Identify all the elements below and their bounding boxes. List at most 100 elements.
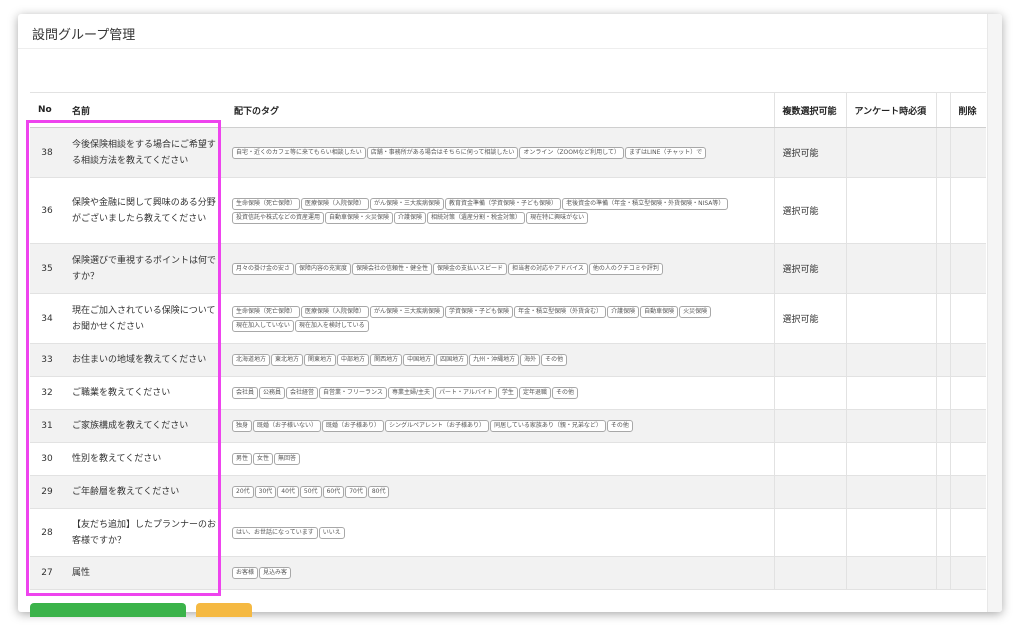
tag-chip[interactable]: 同居している家族あり（親・兄弟など） [490,420,606,432]
tag-chip[interactable]: シングルペアレント（お子様あり） [385,420,490,432]
tag-chip[interactable]: 介護保険 [607,305,640,318]
tag-chip[interactable]: 自営業・フリーランス [319,387,387,399]
tag-chip[interactable]: 関東地方 [304,354,337,366]
tag-chip[interactable]: 50代 [299,486,322,498]
table-row[interactable]: 33 お住まいの地域を教えてください 北海道地方 東北地方 関東地方 中部地方 関西地方 中国… [30,343,986,377]
delete-cell[interactable] [949,475,986,509]
delete-cell[interactable] [949,556,986,590]
tag-chip[interactable]: 70代 [345,486,367,498]
question-group-name[interactable]: ご職業を教えてください [64,376,226,410]
tag-chip[interactable]: 独身 [232,420,253,432]
question-group-name[interactable]: 【友だち追加】したプランナーのお客様ですか？ [64,508,226,557]
tag-chip[interactable]: 海外 [520,354,541,366]
tag-chip[interactable]: 生命保険（死亡保障） [232,197,301,210]
tag-chip[interactable]: 投資信託や株式などの資産運用 [232,211,325,224]
question-group-name[interactable]: お住まいの地域を教えてください [64,343,226,377]
tag-chip[interactable]: 現在加入していない [232,319,294,332]
delete-cell[interactable] [949,442,986,476]
delete-cell[interactable] [949,343,986,377]
tag-chip[interactable]: 自動車保険 [640,305,679,318]
header-name[interactable]: 名前 [64,92,226,128]
table-row[interactable]: 31 ご家族構成を教えてください 独身 既婚（お子様いない） 既婚（お子様あり） シングル… [30,409,986,443]
table-row[interactable]: 27 属性 お客様 見込み客 [30,556,986,590]
tag-chip[interactable]: 他の人のクチコミや評判 [588,262,663,275]
tag-chip[interactable]: 四国地方 [436,354,469,366]
tag-chip[interactable]: 担当者の対応やアドバイス [508,262,588,275]
table-row[interactable]: 29 ご年齢層を教えてください 20代 30代 40代 50代 60代 70代 80代 [30,475,986,509]
tag-chip[interactable]: 30代 [254,486,277,498]
tag-chip[interactable]: 定年退職 [518,387,551,399]
tag-chip[interactable]: 自動車保険・火災保険 [325,211,394,224]
tag-chip[interactable]: パート・アルバイト [434,387,497,399]
question-group-name[interactable]: 今後保険相談をする場合にご希望する相談方法を教えてください [64,127,226,178]
tag-chip[interactable]: 60代 [322,486,345,498]
tag-chip[interactable]: 20代 [232,486,254,498]
tag-chip[interactable]: お客様 [232,567,259,579]
question-group-name[interactable]: 性別を教えてください [64,442,226,476]
tag-chip[interactable]: 女性 [253,453,274,465]
table-row[interactable]: 28 【友だち追加】したプランナーのお客様ですか？ はい、お世話になっています いいえ [30,508,986,557]
tag-chip[interactable]: はい、お世話になっています [232,526,318,539]
table-row[interactable]: 35 保険選びで重視するポイントは何ですか？ 月々の掛け金の安さ 保障内容の充実度 保険… [30,243,986,294]
tag-chip[interactable]: がん保険・三大疾病保険 [370,197,445,210]
delete-cell[interactable] [949,127,986,178]
tag-chip[interactable]: 現在加入を検討している [294,319,369,332]
tag-chip[interactable]: 見込み客 [259,567,292,579]
tag-chip[interactable]: 保障内容の充実度 [295,262,352,275]
secondary-action-button[interactable] [196,603,252,617]
tag-chip[interactable]: 教育資金準備（学資保険・子ども保険） [445,197,562,210]
tag-chip[interactable]: 会社経営 [286,387,319,399]
question-group-name[interactable]: 現在ご加入されている保険についてお聞かせください [64,293,226,344]
delete-cell[interactable] [949,243,986,294]
question-group-name[interactable]: 保険や金融に関して興味のある分野がございましたら教えてください [64,177,226,244]
tag-chip[interactable]: 男性 [232,453,253,465]
tag-chip[interactable]: 公務員 [259,387,286,399]
tag-chip[interactable]: 九州・沖縄地方 [469,354,520,366]
tag-chip[interactable]: 会社員 [232,387,259,399]
delete-cell[interactable] [949,177,986,244]
tag-chip[interactable]: 現在特に興味がない [526,211,589,224]
table-row[interactable]: 34 現在ご加入されている保険についてお聞かせください 生命保険（死亡保障） 医療保険… [30,293,986,344]
tag-chip[interactable]: 学生 [497,387,518,399]
tag-chip[interactable]: 自宅・近くのカフェ等に来てもらい相談したい [232,146,366,159]
table-row[interactable]: 30 性別を教えてください 男性 女性 無回答 [30,442,986,476]
delete-cell[interactable] [949,409,986,443]
tag-chip[interactable]: 東北地方 [271,354,304,366]
tag-chip[interactable]: がん保険・三大疾病保険 [370,305,445,318]
header-no[interactable]: No [30,92,64,128]
delete-cell[interactable] [949,293,986,344]
question-group-name[interactable]: 属性 [64,556,226,590]
tag-chip[interactable]: 医療保険（入院保障） [301,197,370,210]
tag-chip[interactable]: 相続対策（遺産分割・税金対策） [427,211,526,224]
tag-chip[interactable]: 80代 [367,486,390,498]
tag-chip[interactable]: 保険会社の信頼性・健全性 [352,262,433,275]
question-group-name[interactable]: ご家族構成を教えてください [64,409,226,443]
vertical-scrollbar[interactable] [987,14,1002,612]
tag-chip[interactable]: 中国地方 [403,354,436,366]
table-row[interactable]: 38 今後保険相談をする場合にご希望する相談方法を教えてください 自宅・近くのカフェ… [30,127,986,178]
tag-chip[interactable]: 保険金の支払いスピード [433,262,508,275]
tag-chip[interactable]: 専業主婦/主夫 [387,387,434,399]
tag-chip[interactable]: 北海道地方 [232,354,271,366]
tag-chip[interactable]: その他 [606,420,633,432]
primary-action-button[interactable] [30,603,186,617]
tag-chip[interactable]: 火災保険 [679,305,712,318]
tag-chip[interactable]: 40代 [277,486,299,498]
tag-chip[interactable]: 年金・積立型保険（外貨含む） [514,305,607,318]
question-group-name[interactable]: 保険選びで重視するポイントは何ですか？ [64,243,226,294]
delete-cell[interactable] [949,508,986,557]
tag-chip[interactable]: 既婚（お子様いない） [253,420,322,432]
table-row[interactable]: 32 ご職業を教えてください 会社員 公務員 会社経営 自営業・フリーランス 専業主婦/主夫… [30,376,986,410]
tag-chip[interactable]: 店舗・事務所がある場合はそちらに伺って相談したい [366,146,519,159]
tag-chip[interactable]: 介護保険 [394,211,427,224]
tag-chip[interactable]: オンライン（ZOOMなど利用して） [519,146,624,159]
tag-chip[interactable]: その他 [551,387,578,399]
question-group-name[interactable]: ご年齢層を教えてください [64,475,226,509]
tag-chip[interactable]: 月々の掛け金の安さ [232,262,295,275]
tag-chip[interactable]: 無回答 [274,453,301,465]
tag-chip[interactable]: まずはLINE（チャット）で [624,146,707,159]
tag-chip[interactable]: その他 [541,354,568,366]
table-row[interactable]: 36 保険や金融に関して興味のある分野がございましたら教えてください 生命保険（死亡… [30,177,986,244]
delete-cell[interactable] [949,376,986,410]
tag-chip[interactable]: 学資保険・子ども保険 [445,305,514,318]
